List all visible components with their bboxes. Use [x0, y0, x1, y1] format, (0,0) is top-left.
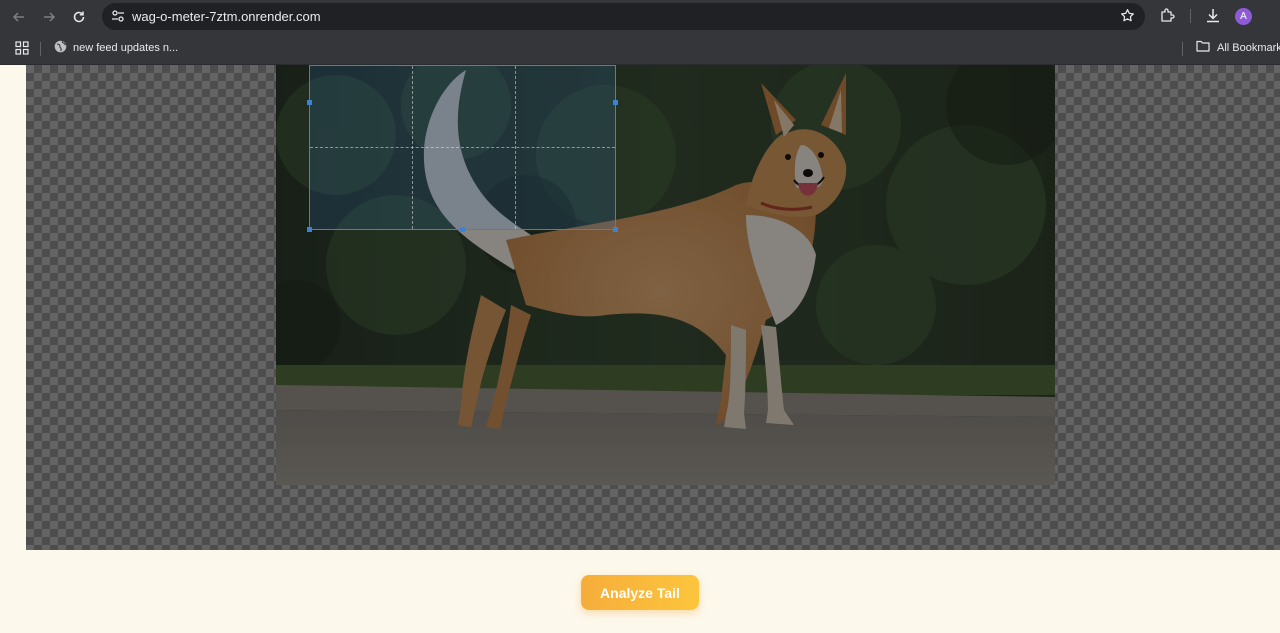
- profile-initial: A: [1240, 11, 1247, 22]
- crop-handle-right[interactable]: [613, 100, 618, 105]
- download-icon[interactable]: [1205, 7, 1221, 29]
- all-bookmarks-button[interactable]: All Bookmarks: [1196, 40, 1280, 55]
- crop-selection[interactable]: [307, 65, 618, 232]
- url-text[interactable]: wag-o-meter-7ztm.onrender.com: [132, 9, 321, 24]
- crop-handle-bottom-right[interactable]: [613, 227, 618, 232]
- all-bookmarks-label: All Bookmarks: [1217, 41, 1280, 54]
- globe-icon: [54, 40, 67, 56]
- site-info-icon[interactable]: [110, 8, 126, 24]
- apps-icon[interactable]: [15, 41, 29, 60]
- bookmarks-divider: [40, 42, 41, 56]
- bookmark-label: new feed updates n...: [73, 42, 179, 54]
- folder-icon: [1196, 40, 1210, 55]
- profile-avatar[interactable]: A: [1235, 8, 1252, 25]
- crop-handle-bottom[interactable]: [460, 227, 465, 232]
- crop-handle-left[interactable]: [307, 100, 312, 105]
- address-bar[interactable]: wag-o-meter-7ztm.onrender.com: [102, 3, 1145, 30]
- forward-icon[interactable]: [38, 6, 60, 28]
- back-icon[interactable]: [8, 6, 30, 28]
- crop-grid-line: [310, 147, 615, 148]
- bookmarks-divider: [1182, 42, 1183, 56]
- bookmarks-bar: new feed updates n... All Bookmarks: [0, 32, 1280, 65]
- toolbar-divider: [1190, 9, 1191, 23]
- bookmark-item[interactable]: new feed updates n...: [54, 40, 178, 56]
- image-cropper[interactable]: [26, 65, 1280, 550]
- star-icon[interactable]: [1120, 8, 1135, 28]
- extensions-icon[interactable]: [1159, 7, 1176, 29]
- analyze-tail-button[interactable]: Analyze Tail: [581, 575, 699, 610]
- crop-handle-bottom-left[interactable]: [307, 227, 312, 232]
- reload-icon[interactable]: [68, 6, 90, 28]
- browser-toolbar: wag-o-meter-7ztm.onrender.com A: [0, 0, 1280, 32]
